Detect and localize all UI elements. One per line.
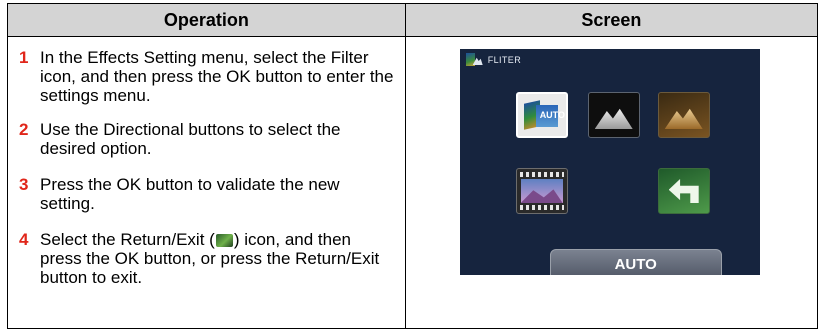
camera-screen: FLITER AUTO AUTO	[459, 49, 760, 275]
return-tile[interactable]	[657, 168, 710, 214]
screen-title: FLITER	[487, 54, 522, 65]
step-4: 4 Select the Return/Exit () icon, and th…	[19, 230, 397, 287]
black-white-filter-tile[interactable]	[587, 92, 640, 138]
screen-header: Screen	[404, 3, 819, 37]
return-exit-icon	[215, 234, 233, 247]
mountain-sepia-icon	[664, 108, 703, 129]
selected-option-label: AUTO	[614, 256, 657, 273]
step-text: Press the OK button to validate the new …	[40, 175, 340, 213]
step-number: 3	[19, 175, 29, 194]
filter-icon	[465, 53, 483, 66]
auto-filter-tile[interactable]: AUTO	[515, 92, 568, 138]
step-text: Select the Return/Exit () icon, and then…	[40, 230, 397, 287]
operation-table: Operation Screen 1 In the Effects Settin…	[7, 3, 819, 329]
film-filter-tile[interactable]	[515, 168, 568, 214]
step-number: 1	[19, 48, 29, 67]
step-number: 2	[19, 120, 29, 139]
step-1: 1 In the Effects Setting menu, select th…	[19, 48, 397, 105]
return-arrow-icon	[668, 179, 699, 203]
step-number: 4	[19, 230, 29, 249]
auto-tile-label: AUTO	[539, 110, 566, 120]
film-strip-bottom	[519, 205, 564, 210]
step-2: 2 Use the Directional buttons to select …	[19, 120, 397, 158]
step-3: 3 Press the OK button to validate the ne…	[19, 175, 397, 213]
film-strip-top	[519, 172, 564, 177]
step-text: Use the Directional buttons to select th…	[40, 120, 341, 158]
screen-title-row: FLITER	[465, 53, 522, 66]
sepia-filter-tile[interactable]	[657, 92, 710, 138]
screen-cell: FLITER AUTO AUTO	[404, 36, 819, 329]
step-text-before: Select the Return/Exit (	[40, 230, 215, 249]
operation-header: Operation	[7, 3, 406, 37]
mountain-bw-icon	[594, 108, 633, 129]
operation-steps-cell: 1 In the Effects Setting menu, select th…	[7, 36, 406, 329]
step-text: In the Effects Setting menu, select the …	[40, 48, 394, 105]
selected-option-bar: AUTO	[549, 249, 722, 275]
